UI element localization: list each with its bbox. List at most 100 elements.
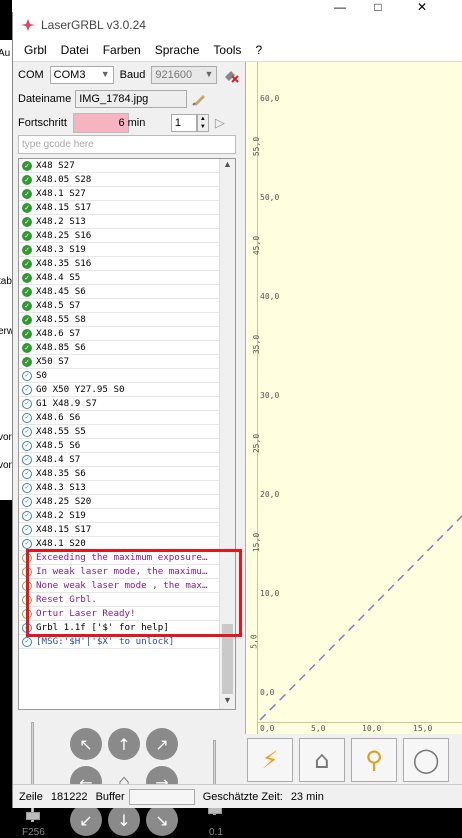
log-line[interactable]: ✓ X48.3 S19: [19, 243, 235, 257]
jog-down-button[interactable]: ↓: [108, 804, 140, 836]
log-line[interactable]: ✓ X48.15 S17: [19, 523, 235, 537]
checkmark-icon: ✓: [22, 258, 32, 269]
y-ruler-label: 15,0: [252, 532, 262, 552]
log-line-text: X48.1 S20: [36, 538, 86, 549]
jog-controls: F256 ↖ ↑ ↗ ← ⌂ → ↙ ↓ ↘ 0.1: [18, 712, 236, 838]
buffer-bar: [128, 788, 195, 805]
baud-label: Baud: [119, 69, 146, 81]
highlight-box: [26, 549, 242, 637]
passes-input[interactable]: 1: [170, 114, 197, 132]
log-line[interactable]: ✓ X48.25 S20: [19, 495, 235, 509]
menu-sprache[interactable]: Sprache: [155, 43, 200, 57]
y-ruler-label: 45,0: [252, 235, 262, 255]
menu-datei[interactable]: Datei: [61, 43, 89, 57]
scroll-up-icon[interactable]: ▲: [220, 159, 235, 173]
checkmark-icon: ✓: [22, 244, 32, 255]
log-line[interactable]: ✓ X48.5 S7: [19, 299, 235, 313]
home-search-icon[interactable]: ⌂: [299, 738, 345, 782]
checkmark-icon: ✓: [22, 300, 32, 311]
log-line[interactable]: ✓ X48.2 S13: [19, 215, 235, 229]
background-label: Au: [0, 48, 11, 59]
scroll-down-icon[interactable]: ▼: [220, 695, 235, 709]
checkmark-icon: ✓: [22, 286, 32, 297]
log-line-text: X48.85 S6: [36, 342, 86, 353]
baud-rate-select[interactable]: 921600 ▼: [151, 66, 218, 84]
menu-grbl[interactable]: Grbl: [24, 43, 47, 57]
preview-canvas[interactable]: 60,0 50,0 40,0 30,0 20,0 10,0 0,0 55,0 45,0 35,0 2…: [245, 62, 462, 734]
filename-field[interactable]: IMG_1784.jpg: [75, 90, 188, 108]
step-value: 0.1: [209, 827, 223, 838]
log-line[interactable]: ✓ S0: [19, 369, 235, 383]
log-line[interactable]: ✓ X48.2 S19: [19, 509, 235, 523]
log-line-text: X48.25 S20: [36, 496, 92, 507]
jog-down-right-button[interactable]: ↘: [146, 804, 178, 836]
play-icon[interactable]: ▷: [215, 115, 225, 131]
log-line-text: X48.25 S16: [36, 230, 92, 241]
jog-up-right-button[interactable]: ↗: [146, 728, 178, 760]
speed-slider-knob[interactable]: [26, 812, 40, 820]
chevron-down-icon: ▼: [100, 69, 110, 79]
jog-up-left-button[interactable]: ↖: [70, 728, 102, 760]
log-line-text: X48.1 S27: [36, 188, 86, 199]
preview-path: [259, 514, 462, 721]
log-line-text: X48.6 S7: [36, 328, 81, 339]
y-ruler-label: 5,0: [249, 633, 259, 649]
queued-icon: ✓: [22, 426, 32, 437]
checkmark-icon: ✓: [22, 342, 32, 353]
chevron-down-icon: ▼: [204, 69, 214, 79]
log-line[interactable]: ✓ X48.35 S16: [19, 257, 235, 271]
log-line[interactable]: ✓ G0 X50 Y27.95 S0: [19, 383, 235, 397]
log-line-text: X48.4 S7: [36, 454, 81, 465]
buffer-label: Buffer: [95, 790, 125, 803]
log-line[interactable]: ✓ X48.85 S6: [19, 341, 235, 355]
log-line[interactable]: ✓ X48.3 S13: [19, 481, 235, 495]
connection-row: COM COM3 ▼ Baud 921600 ▼: [18, 66, 240, 84]
log-line[interactable]: ✓ X50 S7: [19, 355, 235, 369]
log-line[interactable]: ✓ X48.6 S6: [19, 411, 235, 425]
checkmark-icon: ✓: [22, 188, 32, 199]
line-label: Zeile: [19, 790, 43, 803]
checkmark-icon: ✓: [22, 356, 32, 367]
window-title: LaserGRBL v3.0.24: [41, 18, 146, 32]
jog-down-left-button[interactable]: ↙: [70, 804, 102, 836]
log-line[interactable]: ✓ X48.55 S8: [19, 313, 235, 327]
checkmark-icon: ✓: [22, 202, 32, 213]
log-line[interactable]: ✓ X48 S27: [19, 159, 235, 173]
title-bar[interactable]: LaserGRBL v3.0.24: [13, 12, 462, 38]
lock-icon[interactable]: ⚲: [351, 738, 397, 782]
menu-tools[interactable]: Tools: [213, 43, 241, 57]
log-line-text: X48.45 S6: [36, 286, 86, 297]
log-line[interactable]: ✓ X48.4 S5: [19, 271, 235, 285]
globe-icon[interactable]: ◯: [403, 738, 449, 782]
jog-up-button[interactable]: ↑: [108, 728, 140, 760]
queued-icon: ✓: [22, 384, 32, 395]
log-line[interactable]: ✓ X48.5 S6: [19, 439, 235, 453]
gcode-input[interactable]: type gcode here: [18, 135, 236, 154]
y-ruler-label: 55,0: [252, 136, 262, 156]
y-tick-label: 30,0: [260, 391, 280, 400]
log-line[interactable]: ✓ X48.25 S16: [19, 229, 235, 243]
log-line[interactable]: ✓ X48.4 S7: [19, 453, 235, 467]
log-line[interactable]: ✓ X48.35 S6: [19, 467, 235, 481]
disconnect-icon[interactable]: [223, 67, 240, 83]
menu-bar: Grbl Datei Farben Sprache Tools ?: [13, 38, 462, 62]
menu-farben[interactable]: Farben: [103, 43, 141, 57]
log-line[interactable]: ✓ X48.05 S28: [19, 173, 235, 187]
log-line[interactable]: ✓ [MSG:'$H'|'$X' to unlock]: [19, 635, 235, 649]
log-line-text: X48.2 S19: [36, 510, 86, 521]
log-line[interactable]: ✓ X48.6 S7: [19, 327, 235, 341]
log-line-text: S0: [36, 370, 48, 381]
passes-stepper[interactable]: ▲ ▼: [196, 114, 209, 132]
queued-icon: ✓: [22, 370, 32, 381]
log-line[interactable]: ✓ X48.1 S27: [19, 187, 235, 201]
log-line[interactable]: ✓ X48.45 S6: [19, 285, 235, 299]
log-line-text: X48.5 S6: [36, 440, 81, 451]
log-line[interactable]: ✓ X48.15 S17: [19, 201, 235, 215]
com-port-select[interactable]: COM3 ▼: [49, 66, 114, 84]
com-port-value: COM3: [53, 69, 86, 81]
log-line[interactable]: ✓ G1 X48.9 S7: [19, 397, 235, 411]
lightning-icon[interactable]: ⚡: [247, 738, 293, 782]
log-line[interactable]: ✓ X48.55 S5: [19, 425, 235, 439]
menu-help[interactable]: ?: [255, 43, 262, 57]
open-file-icon[interactable]: [191, 91, 207, 107]
